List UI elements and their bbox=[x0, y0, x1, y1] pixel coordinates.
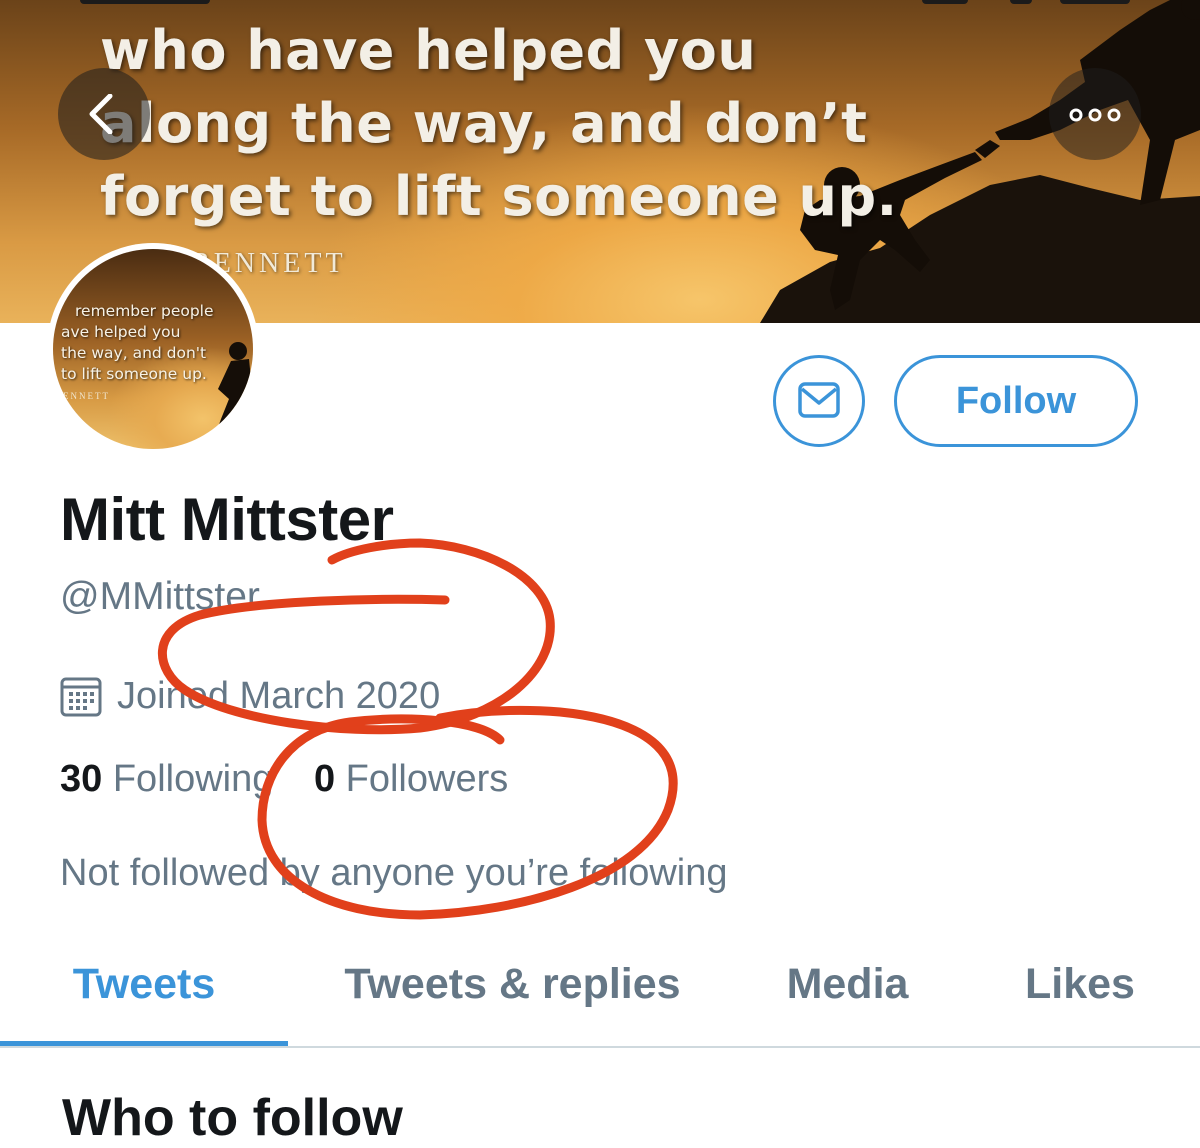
following-count: 30 bbox=[60, 758, 103, 800]
tab-tweets-and-replies[interactable]: Tweets & replies bbox=[300, 940, 725, 1044]
back-button[interactable] bbox=[58, 68, 150, 160]
followers-count-link[interactable]: 0 Followers bbox=[314, 758, 508, 801]
follow-stats: 30 Following 0 Followers bbox=[60, 758, 508, 801]
followers-count: 0 bbox=[313, 758, 336, 800]
following-count-link[interactable]: 30 Following bbox=[60, 758, 273, 801]
tabs-divider bbox=[0, 1046, 1200, 1048]
avatar-image: remember people ave helped you the way, … bbox=[53, 249, 253, 449]
tab-media[interactable]: Media bbox=[745, 940, 950, 1044]
avatar-quote-line: to lift someone up. bbox=[61, 365, 207, 383]
status-bar bbox=[0, 0, 1200, 8]
more-options-button[interactable] bbox=[1049, 68, 1141, 160]
followed-by-text: Not followed by anyone you’re following bbox=[60, 852, 728, 894]
avatar-quote-line: the way, and don't bbox=[61, 344, 207, 362]
following-label: Following bbox=[112, 758, 274, 800]
joined-date-text: Joined March 2020 bbox=[117, 675, 441, 717]
avatar-quote-author: ENNETT bbox=[63, 391, 110, 401]
tab-likes[interactable]: Likes bbox=[985, 940, 1175, 1044]
profile-tabs: Tweets Tweets & replies Media Likes bbox=[0, 940, 1200, 1048]
who-to-follow-heading: Who to follow bbox=[62, 1089, 403, 1147]
calendar-icon bbox=[60, 677, 102, 717]
banner-quote: who have helped you along the way, and d… bbox=[100, 14, 898, 233]
avatar[interactable]: remember people ave helped you the way, … bbox=[47, 243, 259, 455]
avatar-quote-line: ave helped you bbox=[61, 323, 181, 341]
profile-handle: @MMittster bbox=[60, 575, 260, 618]
banner-quote-line: forget to lift someone up. bbox=[100, 165, 898, 228]
banner-quote-line: who have helped you bbox=[100, 19, 757, 82]
avatar-quote-line: remember people bbox=[75, 302, 214, 320]
message-button[interactable] bbox=[773, 355, 865, 447]
profile-display-name: Mitt Mittster bbox=[60, 486, 394, 553]
chevron-left-icon bbox=[89, 94, 113, 134]
envelope-icon bbox=[798, 382, 840, 418]
follow-button[interactable]: Follow bbox=[894, 355, 1138, 447]
tab-tweets[interactable]: Tweets bbox=[0, 940, 288, 1044]
banner-quote-line: along the way, and don’t bbox=[100, 92, 868, 155]
followers-label: Followers bbox=[345, 758, 509, 800]
more-horizontal-icon bbox=[1069, 108, 1121, 122]
avatar-quote: remember people ave helped you the way, … bbox=[61, 301, 214, 385]
